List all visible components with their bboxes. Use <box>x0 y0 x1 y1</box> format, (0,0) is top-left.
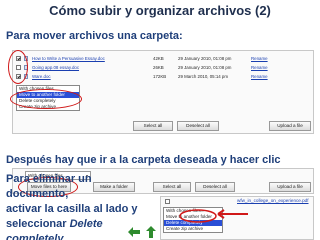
rename-link[interactable]: Rename <box>251 56 268 61</box>
file-size: 26KB <box>153 65 164 70</box>
deselect-all-button[interactable]: Deselect all <box>195 182 235 192</box>
file-row[interactable]: Ware.doc 172KB 29 March 2010, 05:14 pm R… <box>13 72 313 82</box>
select-all-button[interactable]: Select all <box>133 121 173 131</box>
upload-file-button[interactable]: Upload a file <box>269 121 311 131</box>
file-date: 29 January 2010, 01:08 pm <box>178 65 232 70</box>
section2-heading: Después hay que ir a la carpeta deseada … <box>6 154 281 166</box>
section1-heading: Para mover archivos una carpeta: <box>6 30 183 42</box>
select-all-button[interactable]: Select all <box>153 182 191 192</box>
annotation-arrow <box>179 209 248 223</box>
deselect-all-button[interactable]: Deselect all <box>177 121 219 131</box>
file-date: 29 March 2010, 05:14 pm <box>178 74 229 79</box>
rename-link[interactable]: Rename <box>251 65 268 70</box>
rename-link[interactable]: Rename <box>251 74 268 79</box>
slide-title: Cómo subir y organizar archivos (2) <box>49 3 271 18</box>
arrow-left-icon[interactable] <box>128 227 140 237</box>
annotation-circle <box>8 50 28 84</box>
file-name-link[interactable]: How to Write a Persuasive Essay.doc <box>32 56 105 61</box>
file-date: 29 January 2010, 01:08 pm <box>178 56 232 61</box>
file-name-link[interactable]: Going app.08 essay.doc <box>32 65 79 70</box>
upload-file-button[interactable]: Upload a file <box>269 182 311 192</box>
arrow-up-icon[interactable] <box>146 226 156 238</box>
annotation-circle <box>10 89 82 109</box>
file-checkbox[interactable] <box>165 199 170 204</box>
file-name-link[interactable]: Ware.doc <box>32 74 51 79</box>
file-size: 42KB <box>153 56 164 61</box>
file-size: 172KB <box>153 74 167 79</box>
